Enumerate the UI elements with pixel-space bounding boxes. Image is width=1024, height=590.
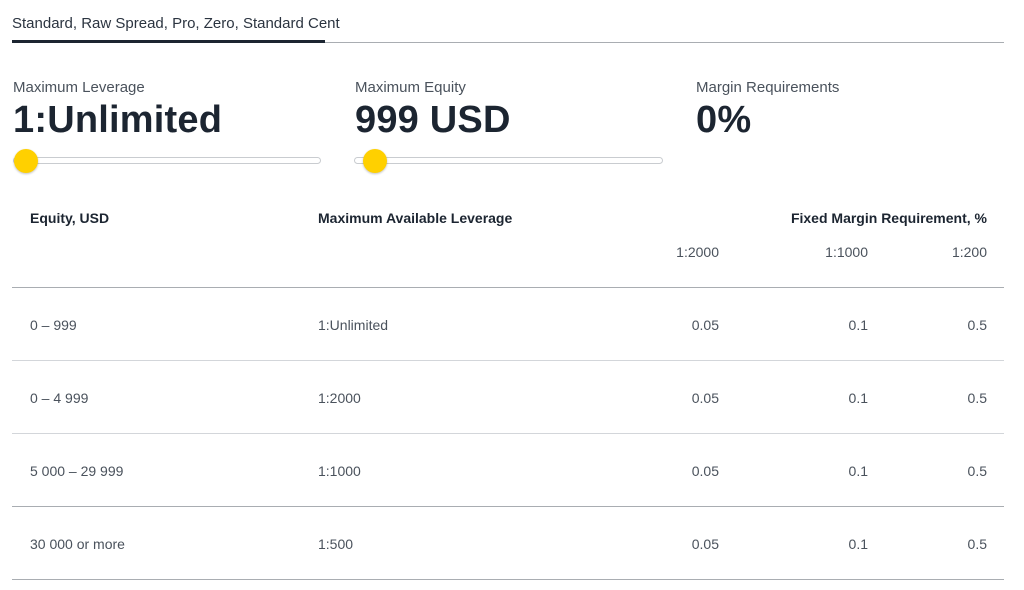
maximum-leverage-metric: Maximum Leverage 1:Unlimited	[13, 79, 222, 143]
cell-margin-1-200: 0.5	[967, 317, 987, 333]
cell-margin-1-200: 0.5	[967, 463, 987, 479]
equity-slider[interactable]	[354, 149, 663, 173]
equity-slider-track[interactable]	[354, 157, 663, 164]
tab-standard-raw-pro-zero-cent[interactable]: Standard, Raw Spread, Pro, Zero, Standar…	[12, 15, 340, 41]
margin-requirements-label: Margin Requirements	[696, 79, 840, 96]
column-header-fixed-margin: Fixed Margin Requirement, %	[790, 210, 987, 226]
column-header-max-leverage: Maximum Available Leverage	[318, 210, 513, 226]
cell-leverage: 1:2000	[318, 390, 361, 406]
cell-leverage: 1:Unlimited	[318, 317, 389, 333]
cell-leverage: 1:500	[318, 536, 354, 552]
maximum-equity-value: 999 USD	[355, 99, 511, 141]
equity-slider-thumb[interactable]	[363, 149, 387, 173]
leverage-slider-thumb[interactable]	[14, 149, 38, 173]
maximum-leverage-label: Maximum Leverage	[13, 79, 145, 96]
maximum-leverage-value: 1:Unlimited	[13, 99, 223, 141]
leverage-slider-track[interactable]	[13, 157, 321, 164]
column-header-equity: Equity, USD	[30, 210, 110, 226]
cell-equity: 0 – 4 999	[30, 390, 89, 406]
maximum-equity-label: Maximum Equity	[355, 79, 466, 96]
subheader-1-2000: 1:2000	[676, 244, 719, 260]
row-divider	[12, 360, 1004, 361]
account-type-tabs: Standard, Raw Spread, Pro, Zero, Standar…	[12, 0, 1004, 43]
cell-equity: 0 – 999	[30, 317, 77, 333]
cell-margin-1-200: 0.5	[967, 390, 987, 406]
cell-margin-1-2000: 0.05	[691, 463, 719, 479]
cell-margin-1-1000: 0.1	[848, 463, 868, 479]
margin-requirements-metric: Margin Requirements 0%	[696, 79, 839, 143]
table-header-divider	[12, 287, 1004, 288]
leverage-slider[interactable]	[13, 149, 321, 173]
cell-margin-1-2000: 0.05	[691, 390, 719, 406]
tab-active-indicator	[12, 40, 325, 43]
cell-margin-1-200: 0.5	[967, 536, 987, 552]
cell-margin-1-2000: 0.05	[691, 317, 719, 333]
row-divider	[12, 433, 1004, 434]
row-divider	[12, 579, 1004, 580]
cell-margin-1-1000: 0.1	[848, 390, 868, 406]
cell-margin-1-1000: 0.1	[848, 317, 868, 333]
cell-margin-1-1000: 0.1	[848, 536, 868, 552]
cell-equity: 30 000 or more	[30, 536, 125, 552]
subheader-1-1000: 1:1000	[825, 244, 868, 260]
row-divider	[12, 506, 1004, 507]
cell-leverage: 1:1000	[318, 463, 361, 479]
maximum-equity-metric: Maximum Equity 999 USD	[355, 79, 511, 143]
cell-equity: 5 000 – 29 999	[30, 463, 124, 479]
margin-requirements-value: 0%	[696, 99, 752, 141]
cell-margin-1-2000: 0.05	[691, 536, 719, 552]
subheader-1-200: 1:200	[951, 244, 987, 260]
